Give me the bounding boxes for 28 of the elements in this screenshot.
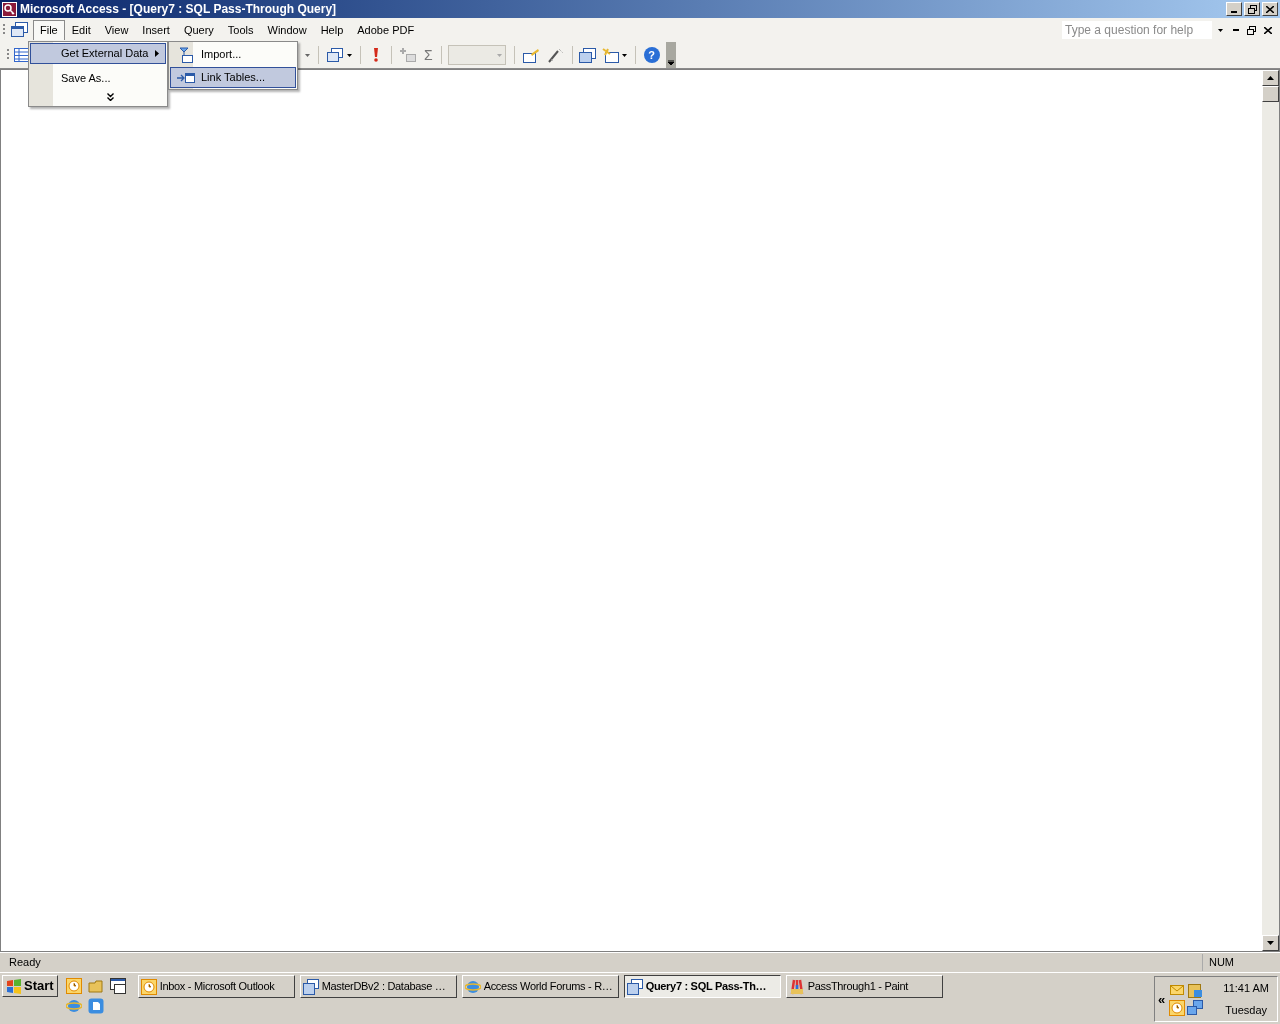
taskbar-button[interactable]: Inbox - Microsoft Outlook [137, 975, 295, 998]
help-search-field[interactable]: Type a question for help [1062, 21, 1212, 39]
menu-item[interactable]: View [97, 20, 136, 40]
menu-item[interactable]: Save As... [30, 68, 166, 89]
taskbar-button[interactable]: MasterDBv2 : Database … [299, 975, 457, 998]
taskbar-button[interactable]: Query7 : SQL Pass-Th… [623, 975, 781, 998]
status-indicator: NUM [1201, 954, 1240, 971]
menu-item[interactable]: Window [260, 20, 314, 40]
taskbar-button[interactable]: PassThrough1 - Paint [785, 975, 943, 998]
window-title: Microsoft Access - [Query7 : SQL Pass-Through Query] [20, 1, 337, 18]
menu-item[interactable]: File [33, 20, 65, 40]
clock-day[interactable]: Tuesday [1225, 1002, 1268, 1019]
clock-time[interactable]: 11:41 AM [1223, 979, 1269, 996]
menu-item[interactable]: Edit [64, 20, 98, 40]
taskbar-button[interactable]: Access World Forums - R… [461, 975, 619, 998]
status-text: Ready [9, 955, 42, 971]
menu-item[interactable]: Query [176, 20, 221, 40]
help-button[interactable]: ? [643, 47, 660, 63]
menu-item[interactable]: Import... [170, 44, 296, 65]
menu-item[interactable]: Insert [135, 20, 177, 40]
menu-item[interactable]: Get External Data [30, 43, 166, 64]
menu-item[interactable]: Link Tables... [170, 67, 296, 88]
menu-item[interactable]: Help [313, 20, 351, 40]
totals-sigma-icon[interactable]: Σ [424, 48, 433, 62]
menu-item[interactable]: Adobe PDF [350, 20, 422, 40]
start-button[interactable]: Start [2, 975, 58, 997]
menu-item[interactable]: Tools [220, 20, 261, 40]
show-hidden-icons-button[interactable]: « [1158, 992, 1166, 1006]
